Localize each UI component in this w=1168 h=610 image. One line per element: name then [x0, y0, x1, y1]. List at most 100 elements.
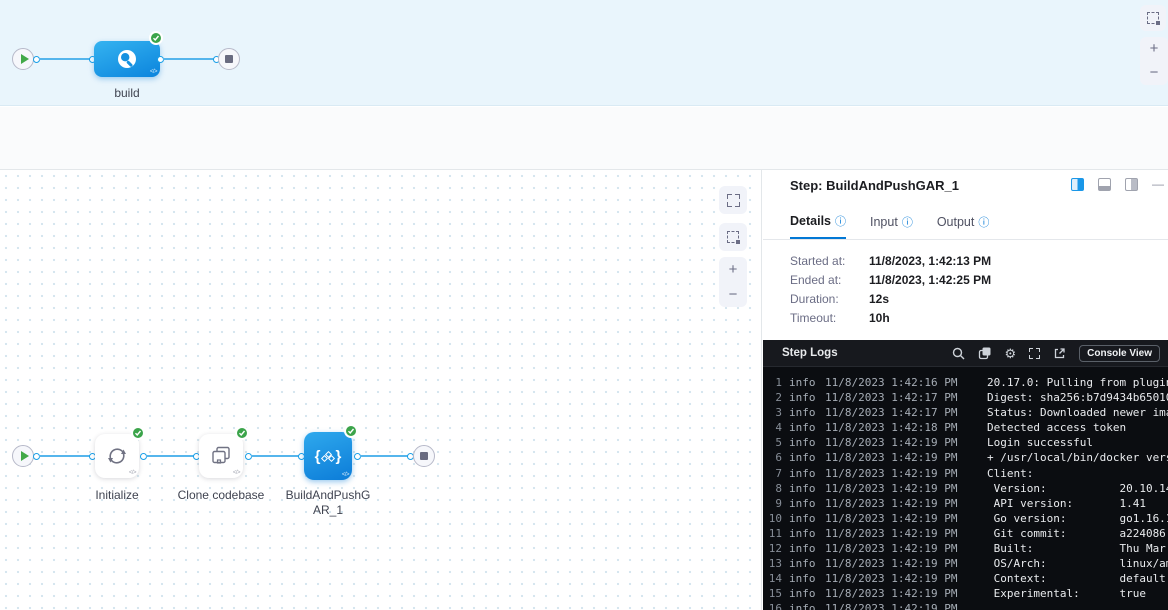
stage-canvas-select-button[interactable] [1140, 5, 1166, 31]
log-line: 9 info 11/8/2023 1:42:19 PM API version:… [767, 496, 1168, 511]
step-label-initialize: Initialize [67, 488, 167, 503]
step-node-initialize[interactable]: </> [95, 434, 139, 478]
log-line-number: 8 [767, 481, 782, 496]
log-level: info [789, 450, 816, 465]
minimize-panel-button[interactable]: — [1152, 178, 1164, 191]
layout-bottom-panel-icon[interactable] [1098, 178, 1111, 191]
tab-output[interactable]: Output ⓘ [937, 214, 990, 239]
graph-start-node[interactable] [12, 445, 34, 467]
copy-icon[interactable] [978, 346, 992, 360]
log-line-number: 5 [767, 435, 782, 450]
log-line: 4 info 11/8/2023 1:42:18 PM Detected acc… [767, 420, 1168, 435]
canvas-fullscreen-button[interactable] [719, 186, 747, 214]
execution-graph-canvas[interactable]: </> </> { [0, 170, 762, 610]
log-line-number: 16 [767, 601, 782, 610]
play-icon [21, 54, 29, 64]
zoom-in-button[interactable]: + [1150, 42, 1159, 56]
log-line-number: 14 [767, 571, 782, 586]
layout-side-panel-icon[interactable] [1125, 178, 1138, 191]
clone-codebase-icon [208, 443, 234, 469]
detail-label: Ended at: [790, 273, 869, 287]
graph-end-node[interactable] [413, 445, 435, 467]
log-timestamp: 11/8/2023 1:42:17 PM [825, 390, 977, 405]
zoom-out-button[interactable]: − [1150, 66, 1159, 80]
log-line-number: 9 [767, 496, 782, 511]
edge-line [39, 455, 91, 457]
detail-row: Ended at: 11/8/2023, 1:42:25 PM [790, 270, 991, 289]
log-timestamp: 11/8/2023 1:42:19 PM [825, 496, 977, 511]
log-line: 15 info 11/8/2023 1:42:19 PM Experimenta… [767, 586, 1168, 601]
log-lines[interactable]: 1 info 11/8/2023 1:42:16 PM 20.17.0: Pul… [763, 367, 1168, 610]
step-node-clone-codebase[interactable]: </> [199, 434, 243, 478]
success-badge-icon [235, 426, 249, 440]
log-timestamp: 11/8/2023 1:42:19 PM [825, 541, 977, 556]
build-and-push-icon: { } [315, 449, 342, 464]
log-timestamp: 11/8/2023 1:42:19 PM [825, 450, 977, 465]
log-line-number: 12 [767, 541, 782, 556]
open-external-icon[interactable] [1053, 347, 1066, 360]
log-timestamp: 11/8/2023 1:42:17 PM [825, 405, 977, 420]
build-stage-icon [115, 47, 139, 71]
cubes-glyph [322, 452, 334, 461]
layout-right-panel-icon[interactable] [1071, 178, 1084, 191]
tab-details[interactable]: Details ⓘ [790, 214, 846, 239]
canvas-select-button[interactable] [719, 223, 747, 251]
stop-icon [420, 452, 428, 460]
log-level: info [789, 390, 816, 405]
brace-glyph: } [336, 449, 342, 464]
console-view-button[interactable]: Console View [1079, 345, 1160, 362]
log-level: info [789, 541, 816, 556]
canvas-zoom-controls: + − [719, 257, 747, 307]
selection-icon [1147, 12, 1159, 24]
log-line: 16 info 11/8/2023 1:42:19 PM [767, 601, 1168, 610]
log-line: 11 info 11/8/2023 1:42:19 PM Git commit:… [767, 526, 1168, 541]
code-glyph: </> [342, 472, 349, 478]
pipeline-end-node[interactable] [218, 48, 240, 70]
gear-icon[interactable]: ⚙ [1005, 347, 1017, 360]
detail-label: Duration: [790, 292, 869, 306]
log-message: Login successful [987, 435, 1168, 450]
panel-layout-controls: — [1071, 178, 1164, 191]
log-timestamp: 11/8/2023 1:42:19 PM [825, 511, 977, 526]
log-line: 5 info 11/8/2023 1:42:19 PM Login succes… [767, 435, 1168, 450]
tab-input[interactable]: Input ⓘ [870, 214, 913, 239]
zoom-in-button[interactable]: + [729, 263, 738, 277]
edge-line [360, 455, 408, 457]
play-icon [21, 451, 29, 461]
search-icon[interactable] [952, 347, 965, 360]
brace-glyph: { [315, 449, 321, 464]
zoom-out-button[interactable]: − [729, 288, 738, 302]
log-level: info [789, 481, 816, 496]
log-message: + /usr/local/bin/docker version [987, 450, 1168, 465]
log-message: Status: Downloaded newer image for p [987, 405, 1168, 420]
log-timestamp: 11/8/2023 1:42:19 PM [825, 526, 977, 541]
pipeline-start-node[interactable] [12, 48, 34, 70]
log-level: info [789, 496, 816, 511]
edge-line [251, 455, 299, 457]
logs-toolbar: ⚙ Console View [952, 345, 1161, 362]
success-badge-icon [149, 31, 163, 45]
step-details-list: Started at: 11/8/2023, 1:42:13 PM Ended … [790, 251, 991, 327]
log-line: 1 info 11/8/2023 1:42:16 PM 20.17.0: Pul… [767, 375, 1168, 390]
log-message: 20.17.0: Pulling from plugins/gar [987, 375, 1168, 390]
info-icon: ⓘ [835, 213, 846, 229]
log-line: 10 info 11/8/2023 1:42:19 PM Go version:… [767, 511, 1168, 526]
initialize-sync-icon [104, 443, 130, 469]
detail-value: 11/8/2023, 1:42:13 PM [869, 254, 991, 268]
info-icon: ⓘ [978, 214, 989, 230]
log-timestamp: 11/8/2023 1:42:19 PM [825, 586, 977, 601]
log-timestamp: 11/8/2023 1:42:18 PM [825, 420, 977, 435]
log-message: Experimental: true [987, 586, 1168, 601]
expand-logs-icon[interactable] [1029, 348, 1040, 359]
log-message: Context: default [987, 571, 1168, 586]
stage-node-build[interactable]: </> [94, 41, 160, 77]
success-badge-icon [344, 424, 358, 438]
log-level: info [789, 405, 816, 420]
step-node-buildandpushgar[interactable]: { } </> [304, 432, 352, 480]
log-message [987, 601, 1168, 610]
log-line: 2 info 11/8/2023 1:42:17 PM Digest: sha2… [767, 390, 1168, 405]
log-line-number: 4 [767, 420, 782, 435]
detail-row: Started at: 11/8/2023, 1:42:13 PM [790, 251, 991, 270]
log-message: Go version: go1.16.15 [987, 511, 1168, 526]
log-message: API version: 1.41 [987, 496, 1168, 511]
